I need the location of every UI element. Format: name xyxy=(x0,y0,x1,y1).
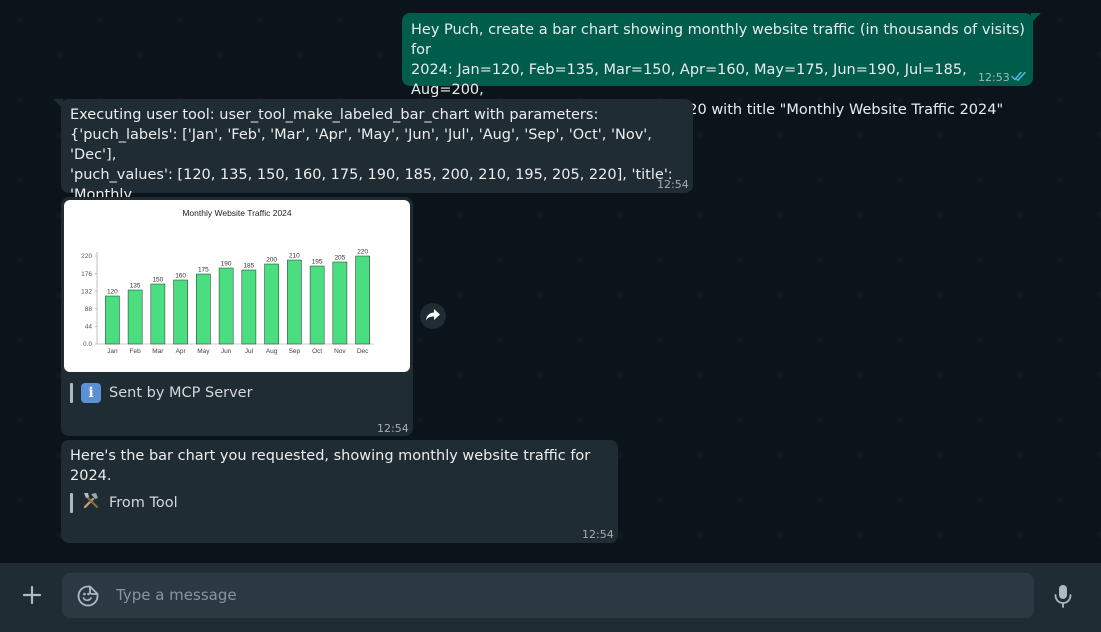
message-time: 12:54 xyxy=(582,528,614,541)
sent-by-caption: i Sent by MCP Server xyxy=(70,383,253,403)
x-tick-label: Mar xyxy=(152,348,164,355)
bubble-tail xyxy=(53,99,63,109)
bar xyxy=(150,283,166,345)
bar-value-label: 200 xyxy=(266,257,277,264)
message-time: 12:54 xyxy=(657,178,689,191)
x-tick-label: Aug xyxy=(266,348,278,355)
x-tick-label: Jul xyxy=(245,348,254,355)
caption-text: Sent by MCP Server xyxy=(109,385,253,401)
x-tick-label: Oct xyxy=(312,348,322,355)
tools-icon xyxy=(81,490,101,516)
bar-value-label: 160 xyxy=(175,273,186,280)
x-tick-label: Sep xyxy=(289,348,301,355)
chart-title: Monthly Website Traffic 2024 xyxy=(182,208,292,218)
message-input[interactable] xyxy=(116,583,1016,607)
bar-value-label: 205 xyxy=(334,255,345,262)
message-time: 12:54 xyxy=(377,422,409,435)
double-check-icon xyxy=(1011,68,1027,88)
x-tick-label: Jan xyxy=(107,348,118,355)
bar xyxy=(196,273,211,345)
emoji-icon xyxy=(76,585,100,612)
tool-call-message-bubble[interactable]: Executing user tool: user_tool_make_labe… xyxy=(53,99,693,223)
bot-reply-bubble[interactable]: Here's the bar chart you requested, show… xyxy=(61,440,618,543)
bar-value-label: 175 xyxy=(198,267,209,274)
y-tick-label: 88 xyxy=(85,306,93,313)
user-message-bubble[interactable]: Hey Puch, create a bar chart showing mon… xyxy=(402,13,1041,118)
y-tick-label: 220 xyxy=(81,253,92,260)
bar-value-label: 150 xyxy=(152,277,163,284)
x-tick-label: Feb xyxy=(130,348,142,355)
y-tick-label: 0.0 xyxy=(83,341,92,348)
x-tick-label: Jun xyxy=(221,348,232,355)
bar xyxy=(355,255,370,345)
attach-button[interactable] xyxy=(20,583,44,607)
bar-value-label: 135 xyxy=(130,283,141,290)
quote-bar xyxy=(70,493,73,513)
bar-value-label: 210 xyxy=(289,253,300,260)
bot-reply-text: Here's the bar chart you requested, show… xyxy=(70,448,595,484)
bar xyxy=(173,279,188,345)
forward-button[interactable] xyxy=(420,303,446,329)
bar-value-label: 195 xyxy=(312,259,323,266)
quote-bar xyxy=(70,383,73,403)
message-time: 12:53 xyxy=(978,71,1010,84)
bar-value-label: 220 xyxy=(357,249,368,256)
chart-message-bubble[interactable]: Monthly Website Traffic 2024 0.0 44 88 132 17… xyxy=(61,197,413,436)
x-tick-label: Nov xyxy=(334,348,346,355)
bar-value-label: 185 xyxy=(243,263,254,270)
bar xyxy=(287,259,302,345)
emoji-button[interactable] xyxy=(76,584,100,608)
bar xyxy=(127,289,143,345)
bar-chart: Monthly Website Traffic 2024 0.0 44 88 132 17… xyxy=(81,208,374,355)
bar-value-label: 120 xyxy=(107,289,118,296)
bar xyxy=(241,269,257,345)
bar-value-label: 190 xyxy=(221,261,232,268)
forward-icon xyxy=(425,307,441,326)
x-tick-label: Dec xyxy=(357,348,369,355)
plus-icon xyxy=(20,585,44,611)
microphone-icon xyxy=(1052,585,1074,613)
x-tick-label: Apr xyxy=(176,348,187,355)
bar xyxy=(332,261,348,345)
y-tick-label: 44 xyxy=(85,324,93,331)
bar xyxy=(218,267,234,345)
quote-text: From Tool xyxy=(109,495,178,511)
chart-image[interactable]: Monthly Website Traffic 2024 0.0 44 88 132 17… xyxy=(64,200,410,372)
from-tool-caption: From Tool xyxy=(70,490,178,516)
y-tick-label: 176 xyxy=(81,271,92,278)
y-tick-label: 132 xyxy=(81,288,92,295)
bubble-tail xyxy=(1031,13,1041,23)
voice-message-button[interactable] xyxy=(1052,583,1074,609)
bar xyxy=(309,265,325,345)
bar xyxy=(105,295,120,345)
x-tick-label: May xyxy=(197,348,210,355)
info-icon: i xyxy=(81,383,101,403)
chat-panel: Hey Puch, create a bar chart showing mon… xyxy=(0,0,1101,563)
bar xyxy=(264,263,279,345)
